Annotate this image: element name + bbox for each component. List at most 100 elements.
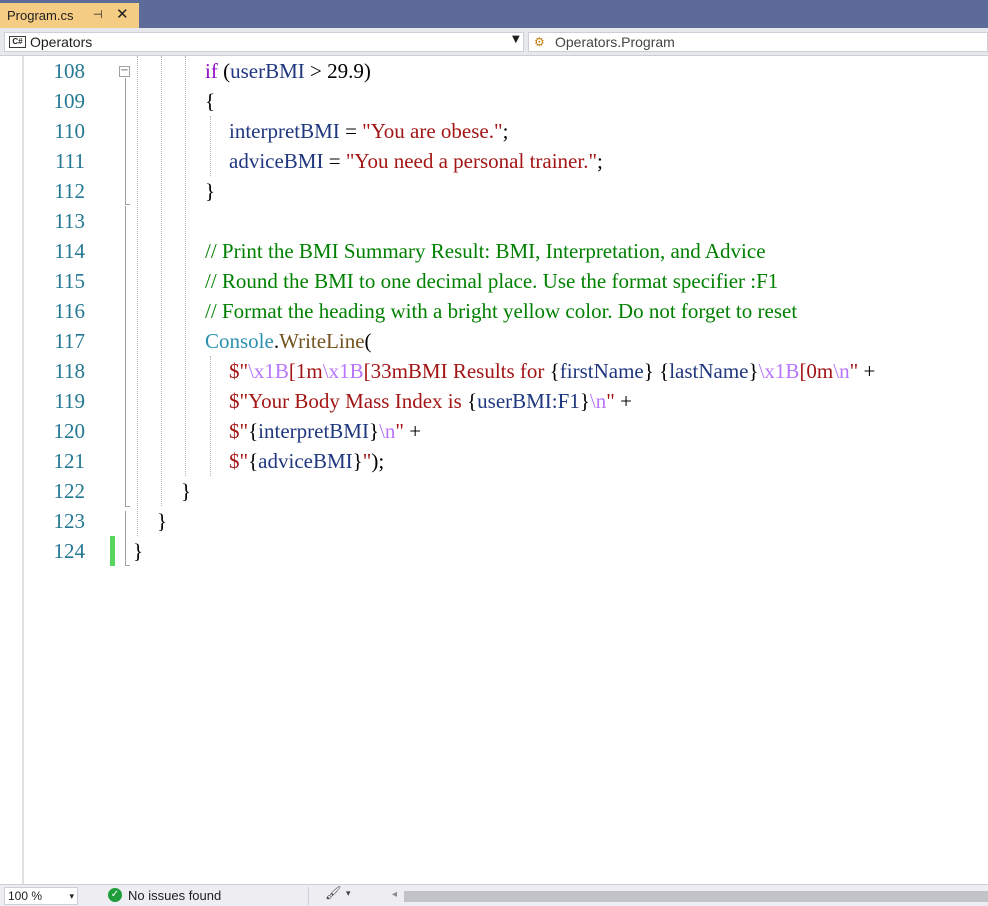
zoom-level: 100 % [8,889,43,903]
code-text: + [404,419,422,443]
escape-sequence: \n [379,419,396,443]
line-number: 120 [53,419,86,443]
project-dropdown[interactable]: C# Operators ▼ [4,32,524,52]
indent-guide [161,56,162,506]
code-line-124[interactable]: } [133,536,143,566]
line-number: 118 [54,359,85,383]
code-line-114[interactable]: // Print the BMI Summary Result: BMI, In… [205,236,766,266]
interpolation-brace: } [579,389,590,413]
string-literal: " [395,419,404,443]
code-text: + [858,359,876,383]
chevron-down-icon[interactable]: ▾ [346,889,351,899]
string-literal: $" [229,449,249,473]
string-literal: "You are obese." [362,119,503,143]
line-number: 108 [53,59,86,83]
interpolation-brace: { [248,419,259,443]
string-literal: [1m [288,359,323,383]
code-text: = [339,119,363,143]
indent-guide [185,56,186,476]
code-line-119[interactable]: $"Your Body Mass Index is {userBMI:F1}\n… [229,386,632,416]
code-text: ( [217,59,231,83]
chevron-down-icon[interactable]: ▾ [69,888,74,904]
type-name: Console [205,329,274,353]
code-text: ; [597,149,603,173]
line-number: 113 [54,209,85,233]
code-cleanup-icon[interactable]: 🖌 [325,886,342,901]
horizontal-scrollbar[interactable] [404,891,988,902]
interpolation-brace: } [352,449,363,473]
code-line-118[interactable]: $"\x1B[1m\x1B[33mBMI Results for {firstN… [229,356,875,386]
pin-icon[interactable]: ⊣ [93,8,103,21]
line-number: 115 [54,269,85,293]
string-literal: "You need a personal trainer." [345,149,598,173]
interpolation-brace: { [467,389,478,413]
escape-sequence: \n [833,359,850,383]
line-number: 123 [53,509,86,533]
string-literal: " [606,389,615,413]
zoom-dropdown[interactable]: 100 % ▾ [4,887,78,905]
escape-sequence: \x1B [322,359,364,383]
indent-guide [137,56,138,536]
member-dropdown[interactable]: ⚙ Operators.Program [528,32,988,52]
tab-title: Program.cs [7,8,74,23]
issues-status[interactable]: No issues found [128,888,221,903]
code-line-123[interactable]: } [157,506,167,536]
outline-tick [125,204,130,205]
code-text: = [323,149,346,173]
line-number: 114 [54,239,85,263]
line-number: 119 [54,389,85,413]
check-circle-icon[interactable]: ✓ [108,888,122,902]
interpolation-brace: { [248,449,259,473]
close-icon[interactable]: ✕ [116,5,129,23]
line-number: 112 [54,179,85,203]
code-text: ); [371,449,385,473]
line-number: 111 [55,149,85,173]
interpolation-brace: } [368,419,380,443]
tab-strip: Program.cs ⊣ ✕ [0,0,988,28]
interpolation-brace: { [549,359,560,383]
member-name: Operators.Program [555,34,675,50]
code-line-121[interactable]: $"{adviceBMI}"); [229,446,384,476]
chevron-down-icon[interactable]: ▼ [512,34,520,45]
editor-left-border [22,56,24,884]
variable: adviceBMI [229,149,324,173]
navigation-bar: C# Operators ▼ ⚙ Operators.Program [0,28,988,56]
outline-line [125,511,126,566]
string-literal: [33mBMI Results for [363,359,550,383]
code-editor[interactable]: 108 109 110 111 112 113 114 115 116 117 … [0,56,988,884]
change-indicator [110,536,115,566]
escape-sequence: \x1B [758,359,800,383]
outline-line [125,206,126,506]
outline-tick [125,506,130,507]
line-number: 117 [54,329,85,353]
code-text: ( [364,329,372,353]
line-number: 110 [54,119,85,143]
escape-sequence: \n [589,389,607,413]
line-number: 121 [53,449,86,473]
csharp-icon: C# [9,36,26,48]
variable: interpretBMI [258,419,369,443]
interpolation-brace: } [643,359,654,383]
code-line-112[interactable]: } [205,176,215,206]
indent-guide [210,356,211,476]
code-line-116[interactable]: // Format the heading with a bright yell… [205,296,797,326]
variable: adviceBMI [258,449,353,473]
divider [308,887,309,905]
code-line-115[interactable]: // Round the BMI to one decimal place. U… [205,266,778,296]
string-literal: $" [229,359,249,383]
code-line-108[interactable]: if (userBMI > 29.9) [205,56,371,86]
scroll-left-icon[interactable]: ◂ [392,889,397,900]
code-line-122[interactable]: } [181,476,191,506]
code-line-110[interactable]: interpretBMI = "You are obese."; [229,116,508,146]
collapse-toggle-icon[interactable]: − [119,66,130,77]
code-line-120[interactable]: $"{interpretBMI}\n" + [229,416,421,446]
project-name: Operators [30,34,93,50]
code-line-117[interactable]: Console.WriteLine( [205,326,372,356]
code-text: + [614,389,632,413]
string-literal: $"Your Body Mass Index is [229,389,468,413]
code-line-109[interactable]: { [205,86,215,116]
tab-program-cs[interactable]: Program.cs ⊣ ✕ [0,3,139,28]
line-number: 116 [54,299,85,323]
code-line-111[interactable]: adviceBMI = "You need a personal trainer… [229,146,603,176]
status-bar: 100 % ▾ ✓ No issues found 🖌 ▾ ◂ [0,884,988,906]
